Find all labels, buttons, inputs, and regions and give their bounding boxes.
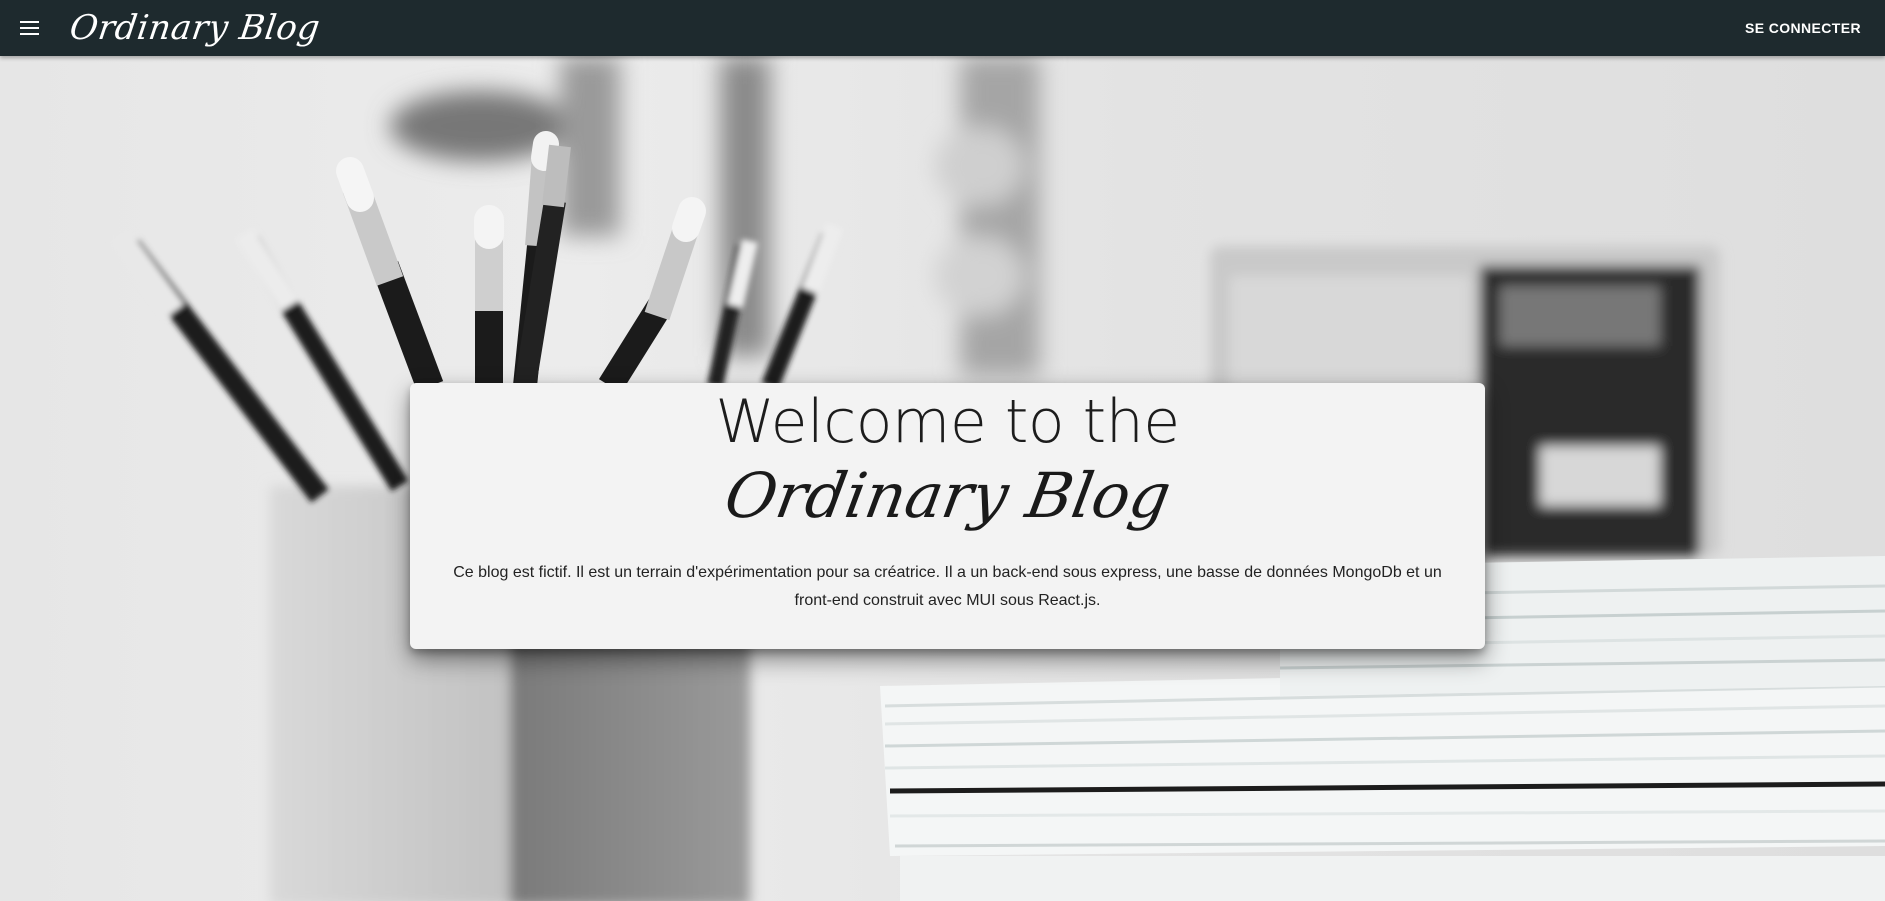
menu-icon-line [20, 21, 39, 23]
menu-icon-line [20, 27, 39, 29]
login-button[interactable]: SE CONNECTER [1737, 12, 1869, 44]
menu-icon-line [20, 33, 39, 35]
welcome-description: Ce blog est fictif. Il est un terrain d'… [453, 564, 1442, 609]
brand-logo[interactable]: Ordinary Blog [67, 8, 322, 48]
app-bar: Ordinary Blog SE CONNECTER [0, 0, 1885, 56]
welcome-title: Welcome to the [715, 387, 1180, 457]
welcome-card: Welcome to the Ordinary Blog Ce blog est… [410, 383, 1485, 649]
welcome-brand: Ordinary Blog [719, 459, 1176, 532]
menu-icon[interactable] [18, 16, 42, 40]
